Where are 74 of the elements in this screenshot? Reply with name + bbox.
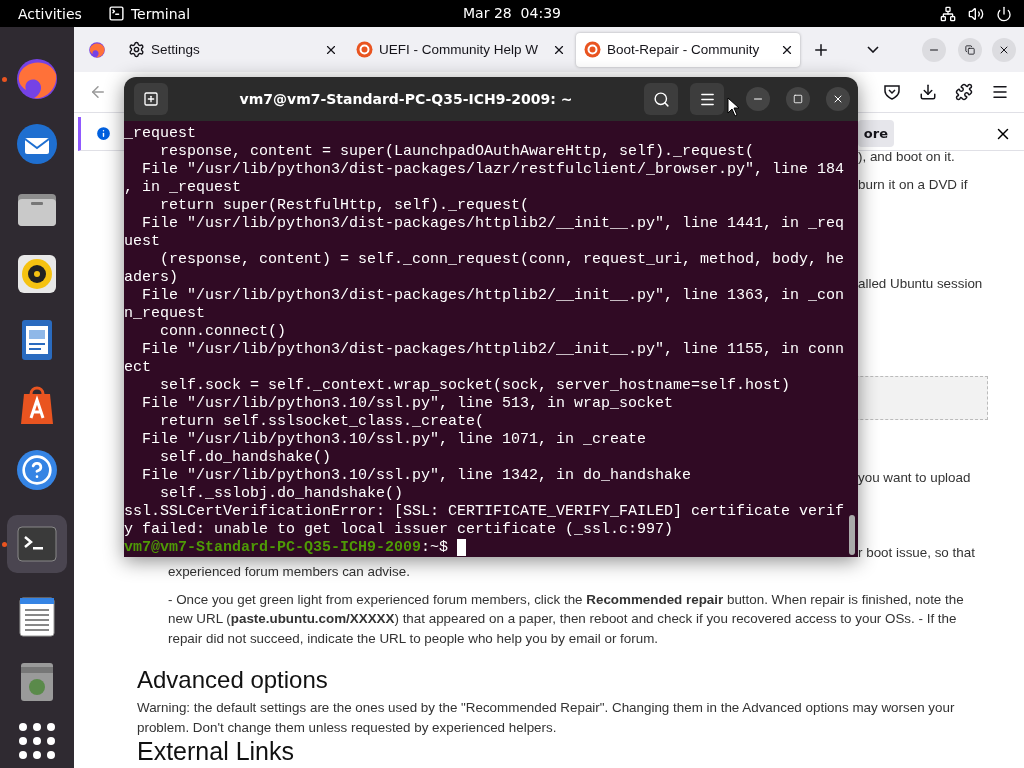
terminal-output-line: uest <box>124 233 161 251</box>
running-indicator <box>2 76 7 82</box>
activities-button[interactable]: Activities <box>18 5 82 22</box>
terminal-output-line: ssl.SSLCertVerificationError: [SSL: CERTIFICATE_VERIFY_FAILED] certificate verif <box>124 503 846 521</box>
page-text: alled Ubuntu session <box>858 275 984 293</box>
terminal-output-line: (response, content) = self._conn_request(conn, request_uri, method, body, he <box>159 251 846 269</box>
menu-button[interactable] <box>690 83 724 115</box>
restore-button[interactable] <box>958 37 982 62</box>
terminal-icon <box>107 5 125 22</box>
new-tab-icon <box>143 91 159 107</box>
minimize-button[interactable] <box>922 37 946 62</box>
maximize-button[interactable] <box>786 87 810 111</box>
prompt-user: vm7@vm7-Standard-PC-Q35-ICH9-2009 <box>124 539 422 556</box>
puzzle-icon <box>955 83 973 101</box>
terminal-output-line: File "/usr/lib/python3.10/ssl.py", line 1342, in do_handshake <box>141 467 693 485</box>
menu-icon <box>991 83 1009 101</box>
terminal-output-line: self.sock = self._context.wrap_socket(sock, server_hostname=self.host) <box>159 377 792 395</box>
page-text: r boot issue, so that <box>858 544 976 562</box>
close-button[interactable] <box>826 87 850 111</box>
terminal-output-line: File "/usr/lib/python3/dist-packages/lazr/restfulclient/_browser.py", line 184 <box>141 161 846 179</box>
page-paragraph: experienced forum members can advise. <box>168 563 411 581</box>
page-paragraph: Warning: the default settings are the ones used by the "Recommended Repair". Changing them in the Advanced options may worsen your problem. Don't change them unless requested by experienced helpers. <box>137 699 956 737</box>
download-icon <box>919 83 937 101</box>
terminal-output-line: File "/usr/lib/python3.10/ssl.py", line 1071, in _create <box>141 431 648 449</box>
page-text: burn it on a DVD if <box>858 176 969 194</box>
terminal-output-line: return super(RestfulHttp, self)._request( <box>159 197 531 215</box>
browser-tab[interactable]: UEFI - Community Help W <box>348 32 572 67</box>
maximize-icon <box>793 94 803 104</box>
terminal-output-line: response, content = super(LaunchpadOAuthAwareHttp, self)._request( <box>159 143 756 161</box>
terminal-output-line: _request <box>124 125 197 143</box>
gear-icon <box>128 41 145 58</box>
terminal-output-line: File "/usr/lib/python3.10/ssl.py", line 513, in wrap_socket <box>141 395 675 413</box>
new-tab-button[interactable] <box>134 83 168 115</box>
terminal-output-line: n_request <box>124 305 206 323</box>
minimize-button[interactable] <box>746 87 770 111</box>
terminal-output-line: File "/usr/lib/python3/dist-packages/httplib2/__init__.py", line 1155, in conn <box>141 341 846 359</box>
app-menu-button[interactable]: Terminal <box>107 5 191 22</box>
section-heading: External Links <box>137 738 296 765</box>
text-cursor <box>457 539 467 556</box>
clock[interactable]: Mar 28 04:39 <box>463 5 561 21</box>
scrollbar[interactable] <box>849 515 855 555</box>
browser-tab[interactable]: Settings <box>120 32 344 67</box>
terminal-output-line: File "/usr/lib/python3/dist-packages/httplib2/__init__.py", line 1363, in _con <box>141 287 846 305</box>
circle-logo-icon <box>584 41 601 58</box>
running-indicator <box>2 541 7 547</box>
volume-icon[interactable] <box>968 5 984 22</box>
circle-logo-icon <box>356 41 373 58</box>
dock-item[interactable] <box>7 514 67 573</box>
restore-icon <box>965 44 975 55</box>
terminal-output-line: ect <box>124 359 152 377</box>
search-button[interactable] <box>644 83 678 115</box>
terminal-output-line: File "/usr/lib/python3/dist-packages/httplib2/__init__.py", line 1441, in _req <box>141 215 846 233</box>
window-title: vm7@vm7-Standard-PC-Q35-ICH9-2009: ~ <box>238 91 574 107</box>
terminal-output-line: self._sslobj.do_handshake() <box>159 485 405 503</box>
info-icon <box>95 125 112 142</box>
power-icon[interactable] <box>996 5 1012 22</box>
mouse-pointer-icon <box>727 97 741 117</box>
section-heading: Advanced options <box>137 666 329 694</box>
learn-more-button[interactable]: ore <box>857 120 894 147</box>
chevron-down-icon <box>867 46 879 53</box>
terminal-output-line: y failed: unable to get local issuer certificate (_ssl.c:997) <box>124 521 675 539</box>
terminal-output-line: return self.sslsocket_class._create( <box>159 413 486 431</box>
close-icon <box>832 93 844 105</box>
prompt-path: :~$ <box>421 539 450 556</box>
page-paragraph: - Once you get green light from experienced forum members, click the Recommended repair button. When repair is finished, note the new URL (paste.ubuntu.com/XXXXX) that appeared on a paper, then reboot and check if you recovered access to your OSs. - If the repair did not succeed, indicate the URL to people who help you by email or forum. <box>168 590 965 648</box>
search-icon <box>652 90 670 108</box>
network-icon[interactable] <box>940 5 956 22</box>
terminal-output-line: , in _request <box>124 179 243 197</box>
terminal-output-line: conn.connect() <box>159 323 288 341</box>
terminal-output-line: aders) <box>124 269 179 287</box>
page-text: ), and boot on it. <box>858 151 956 166</box>
terminal-output-line: self.do_handshake() <box>159 449 333 467</box>
page-text: you want to upload <box>858 469 972 487</box>
browser-tab[interactable]: Boot-Repair - Community <box>576 32 800 67</box>
